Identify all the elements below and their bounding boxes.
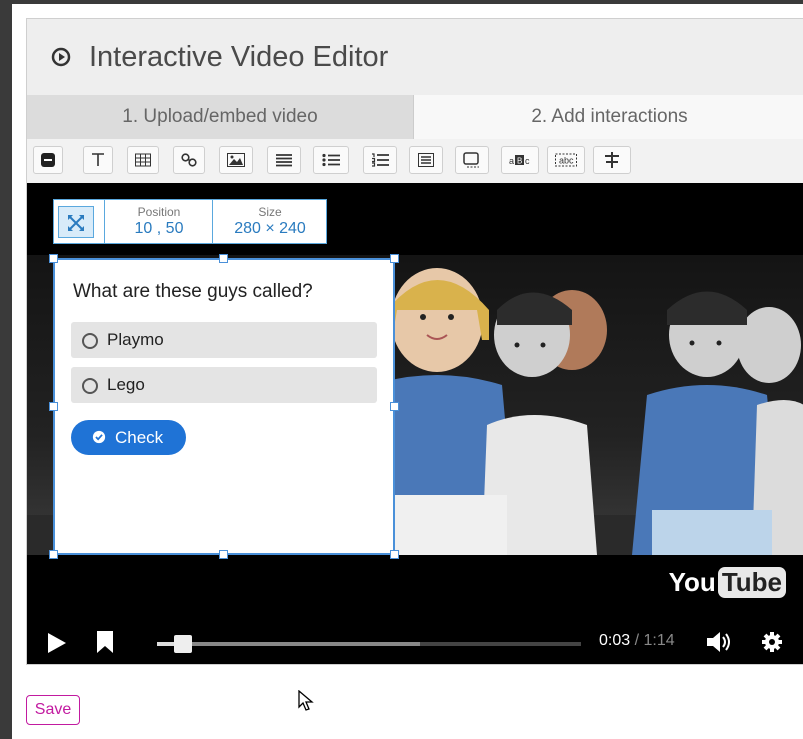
- summary-icon: [276, 154, 292, 167]
- checkmark-icon: [92, 430, 106, 444]
- image-tool-button[interactable]: [219, 146, 253, 174]
- interactions-toolbar: aBc abc: [27, 139, 803, 183]
- question-interaction-box[interactable]: What are these guys called? Playmo Lego …: [53, 258, 395, 555]
- svg-text:a: a: [509, 156, 514, 166]
- answer-option-lego[interactable]: Lego: [71, 367, 377, 403]
- fill-blanks-icon: [463, 152, 479, 168]
- resize-handle-top[interactable]: [219, 254, 228, 263]
- mouse-cursor-icon: [298, 690, 314, 711]
- volume-icon[interactable]: [707, 632, 733, 652]
- position-label: Position: [137, 205, 181, 219]
- video-controls: 0:03 / 1:14: [27, 620, 803, 664]
- fill-blanks-tool-button[interactable]: [455, 146, 489, 174]
- drag-text-tool-button[interactable]: aBc: [501, 146, 539, 174]
- svg-text:abc: abc: [559, 156, 574, 166]
- resize-handle-left[interactable]: [49, 402, 58, 411]
- interactive-video-editor: Interactive Video Editor 1. Upload/embed…: [26, 18, 803, 665]
- multiple-choice-icon: [372, 153, 389, 167]
- resize-handle-bottom[interactable]: [219, 550, 228, 559]
- youtube-logo-tube: Tube: [717, 567, 786, 598]
- save-button[interactable]: Save: [26, 695, 80, 725]
- move-arrows-icon: [68, 215, 84, 231]
- true-false-icon: [418, 153, 434, 167]
- play-icon[interactable]: [47, 632, 67, 654]
- true-false-tool-button[interactable]: [409, 146, 443, 174]
- position-size-box: Position 10 , 50 Size 280 × 240: [53, 199, 327, 244]
- editor-tabs: 1. Upload/embed video 2. Add interaction…: [27, 95, 803, 139]
- size-label: Size: [258, 205, 282, 219]
- editor-header: Interactive Video Editor: [27, 19, 803, 95]
- current-time: 0:03: [599, 632, 631, 649]
- answer-option-playmo[interactable]: Playmo: [71, 322, 377, 358]
- check-button[interactable]: Check: [71, 420, 186, 455]
- size-field[interactable]: Size 280 × 240: [212, 200, 327, 243]
- mark-words-icon: abc: [555, 153, 577, 167]
- resize-handle-right[interactable]: [390, 402, 399, 411]
- link-icon: [181, 153, 197, 167]
- position-value: 10 , 50: [134, 220, 184, 237]
- text-icon: [92, 153, 104, 166]
- answer-option-label: Lego: [107, 375, 145, 394]
- radio-icon: [82, 378, 98, 394]
- check-button-label: Check: [115, 428, 164, 447]
- mark-words-tool-button[interactable]: abc: [547, 146, 585, 174]
- youtube-logo[interactable]: You Tube: [669, 567, 786, 598]
- link-tool-button[interactable]: [173, 146, 205, 174]
- page: Interactive Video Editor 1. Upload/embed…: [12, 4, 803, 739]
- resize-handle-top-left[interactable]: [49, 254, 58, 263]
- image-icon: [227, 153, 245, 167]
- settings-gear-icon[interactable]: [761, 631, 783, 653]
- navigation-hotspot-icon: [605, 152, 619, 168]
- question-text: What are these guys called?: [73, 281, 313, 302]
- seek-handle[interactable]: [173, 635, 192, 653]
- seek-bar[interactable]: [157, 635, 581, 653]
- played-bar: [157, 642, 174, 646]
- editor-title: Interactive Video Editor: [89, 41, 389, 73]
- drag-text-icon: aBc: [509, 155, 530, 166]
- table-tool-button[interactable]: [127, 146, 159, 174]
- radio-icon: [82, 333, 98, 349]
- statement-tool-button[interactable]: [33, 146, 63, 174]
- bookmark-icon[interactable]: [97, 631, 113, 653]
- navigation-hotspot-tool-button[interactable]: [593, 146, 631, 174]
- time-display: 0:03 / 1:14: [599, 632, 675, 650]
- move-handle[interactable]: [58, 206, 94, 238]
- tab-add-interactions[interactable]: 2. Add interactions: [413, 95, 803, 139]
- resize-handle-top-right[interactable]: [390, 254, 399, 263]
- tab-upload-embed-video[interactable]: 1. Upload/embed video: [27, 95, 413, 139]
- youtube-logo-you: You: [668, 567, 716, 597]
- multiple-choice-tool-button[interactable]: [363, 146, 397, 174]
- play-circle-icon: [51, 47, 71, 67]
- resize-handle-bottom-right[interactable]: [390, 550, 399, 559]
- text-tool-button[interactable]: [83, 146, 113, 174]
- statement-icon: [41, 153, 55, 167]
- buffered-bar: [157, 642, 420, 646]
- position-field[interactable]: Position 10 , 50: [104, 200, 213, 243]
- svg-text:B: B: [517, 157, 522, 166]
- time-separator: /: [630, 632, 644, 649]
- summary-tool-button[interactable]: [267, 146, 301, 174]
- svg-text:c: c: [525, 156, 530, 166]
- duration: 1:14: [643, 632, 675, 649]
- answer-option-label: Playmo: [107, 330, 164, 349]
- table-icon: [135, 153, 151, 167]
- resize-handle-bottom-left[interactable]: [49, 550, 58, 559]
- single-choice-tool-button[interactable]: [313, 146, 349, 174]
- size-value: 280 × 240: [234, 220, 306, 237]
- single-choice-icon: [322, 153, 340, 167]
